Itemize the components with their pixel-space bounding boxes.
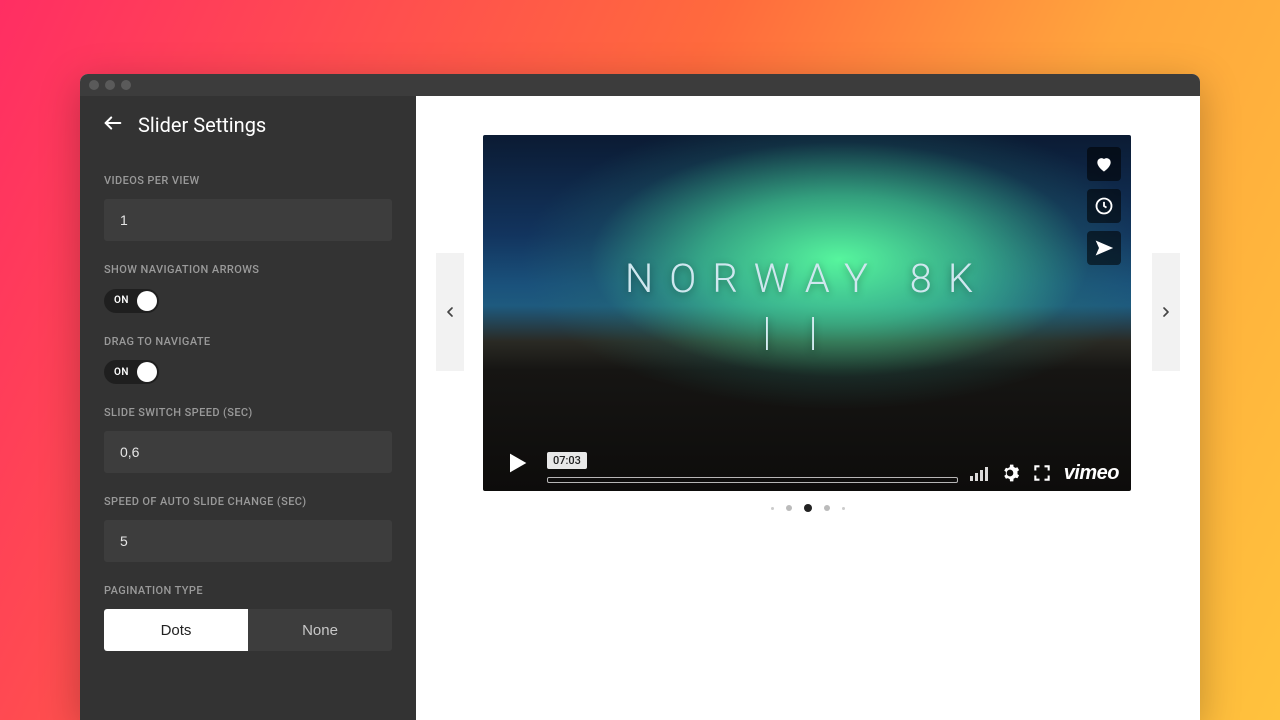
settings-sidebar: Slider Settings Videos per View Show Nav… — [80, 96, 416, 720]
gear-icon — [1000, 463, 1020, 483]
segmented-pagination: Dots None — [104, 609, 392, 651]
send-icon — [1094, 238, 1114, 258]
toggle-show-arrows[interactable]: ON — [104, 289, 159, 313]
video-control-bar: 07:03 vimeo — [483, 433, 1131, 491]
field-switch-speed: Slide Switch Speed (sec) — [104, 406, 392, 473]
progress-bar[interactable] — [547, 477, 958, 483]
input-switch-speed[interactable] — [104, 431, 392, 473]
label-switch-speed: Slide Switch Speed (sec) — [104, 406, 392, 419]
traffic-minimize[interactable] — [105, 80, 115, 90]
video-player[interactable]: NORWAY 8K II — [483, 135, 1131, 491]
dot-0[interactable] — [771, 507, 774, 510]
video-title: NORWAY 8K II — [483, 255, 1131, 362]
video-title-line2: II — [483, 308, 1131, 362]
video-side-actions — [1087, 147, 1121, 265]
field-show-arrows: Show Navigation Arrows ON — [104, 263, 392, 313]
input-videos-per-view[interactable] — [104, 199, 392, 241]
back-icon[interactable] — [102, 112, 124, 138]
preview-pane: NORWAY 8K II — [416, 96, 1200, 720]
fullscreen-button[interactable] — [1032, 463, 1052, 483]
toggle-drag-nav-state: ON — [106, 367, 137, 378]
input-auto-speed[interactable] — [104, 520, 392, 562]
sidebar-title: Slider Settings — [138, 113, 266, 137]
window-titlebar — [80, 74, 1200, 96]
dot-4[interactable] — [842, 507, 845, 510]
toggle-show-arrows-state: ON — [106, 295, 137, 306]
video-title-line1: NORWAY 8K — [625, 255, 989, 302]
clock-icon — [1094, 196, 1114, 216]
heart-icon — [1094, 154, 1114, 174]
label-drag-nav: Drag to Navigate — [104, 335, 392, 348]
traffic-close[interactable] — [89, 80, 99, 90]
share-button[interactable] — [1087, 231, 1121, 265]
pagination-dots — [416, 504, 1200, 512]
sidebar-header: Slider Settings — [80, 96, 416, 156]
fullscreen-icon — [1032, 463, 1052, 483]
like-button[interactable] — [1087, 147, 1121, 181]
provider-logo[interactable]: vimeo — [1064, 462, 1119, 485]
label-videos-per-view: Videos per View — [104, 174, 392, 187]
field-pagination-type: Pagination Type Dots None — [104, 584, 392, 651]
app-window: Slider Settings Videos per View Show Nav… — [80, 74, 1200, 720]
dot-3[interactable] — [824, 505, 830, 511]
dot-2[interactable] — [804, 504, 812, 512]
toggle-drag-nav[interactable]: ON — [104, 360, 159, 384]
chevron-left-icon — [442, 304, 458, 320]
time-tooltip: 07:03 — [547, 452, 587, 469]
toggle-knob — [137, 291, 157, 311]
progress-wrap: 07:03 — [547, 455, 958, 483]
chevron-right-icon — [1158, 304, 1174, 320]
volume-bars-icon — [970, 465, 988, 481]
label-show-arrows: Show Navigation Arrows — [104, 263, 392, 276]
field-videos-per-view: Videos per View — [104, 174, 392, 241]
seg-option-none[interactable]: None — [248, 609, 392, 651]
field-drag-nav: Drag to Navigate ON — [104, 335, 392, 385]
toggle-knob — [137, 362, 157, 382]
label-pagination-type: Pagination Type — [104, 584, 392, 597]
traffic-zoom[interactable] — [121, 80, 131, 90]
volume-button[interactable] — [970, 465, 988, 483]
dot-1[interactable] — [786, 505, 792, 511]
seg-option-dots[interactable]: Dots — [104, 609, 248, 651]
video-settings-button[interactable] — [1000, 463, 1020, 483]
label-auto-speed: Speed of Auto Slide Change (sec) — [104, 495, 392, 508]
play-icon — [503, 449, 531, 477]
slider-prev-button[interactable] — [436, 253, 464, 371]
slider-next-button[interactable] — [1152, 253, 1180, 371]
field-auto-speed: Speed of Auto Slide Change (sec) — [104, 495, 392, 562]
watch-later-button[interactable] — [1087, 189, 1121, 223]
play-button[interactable] — [499, 445, 535, 481]
